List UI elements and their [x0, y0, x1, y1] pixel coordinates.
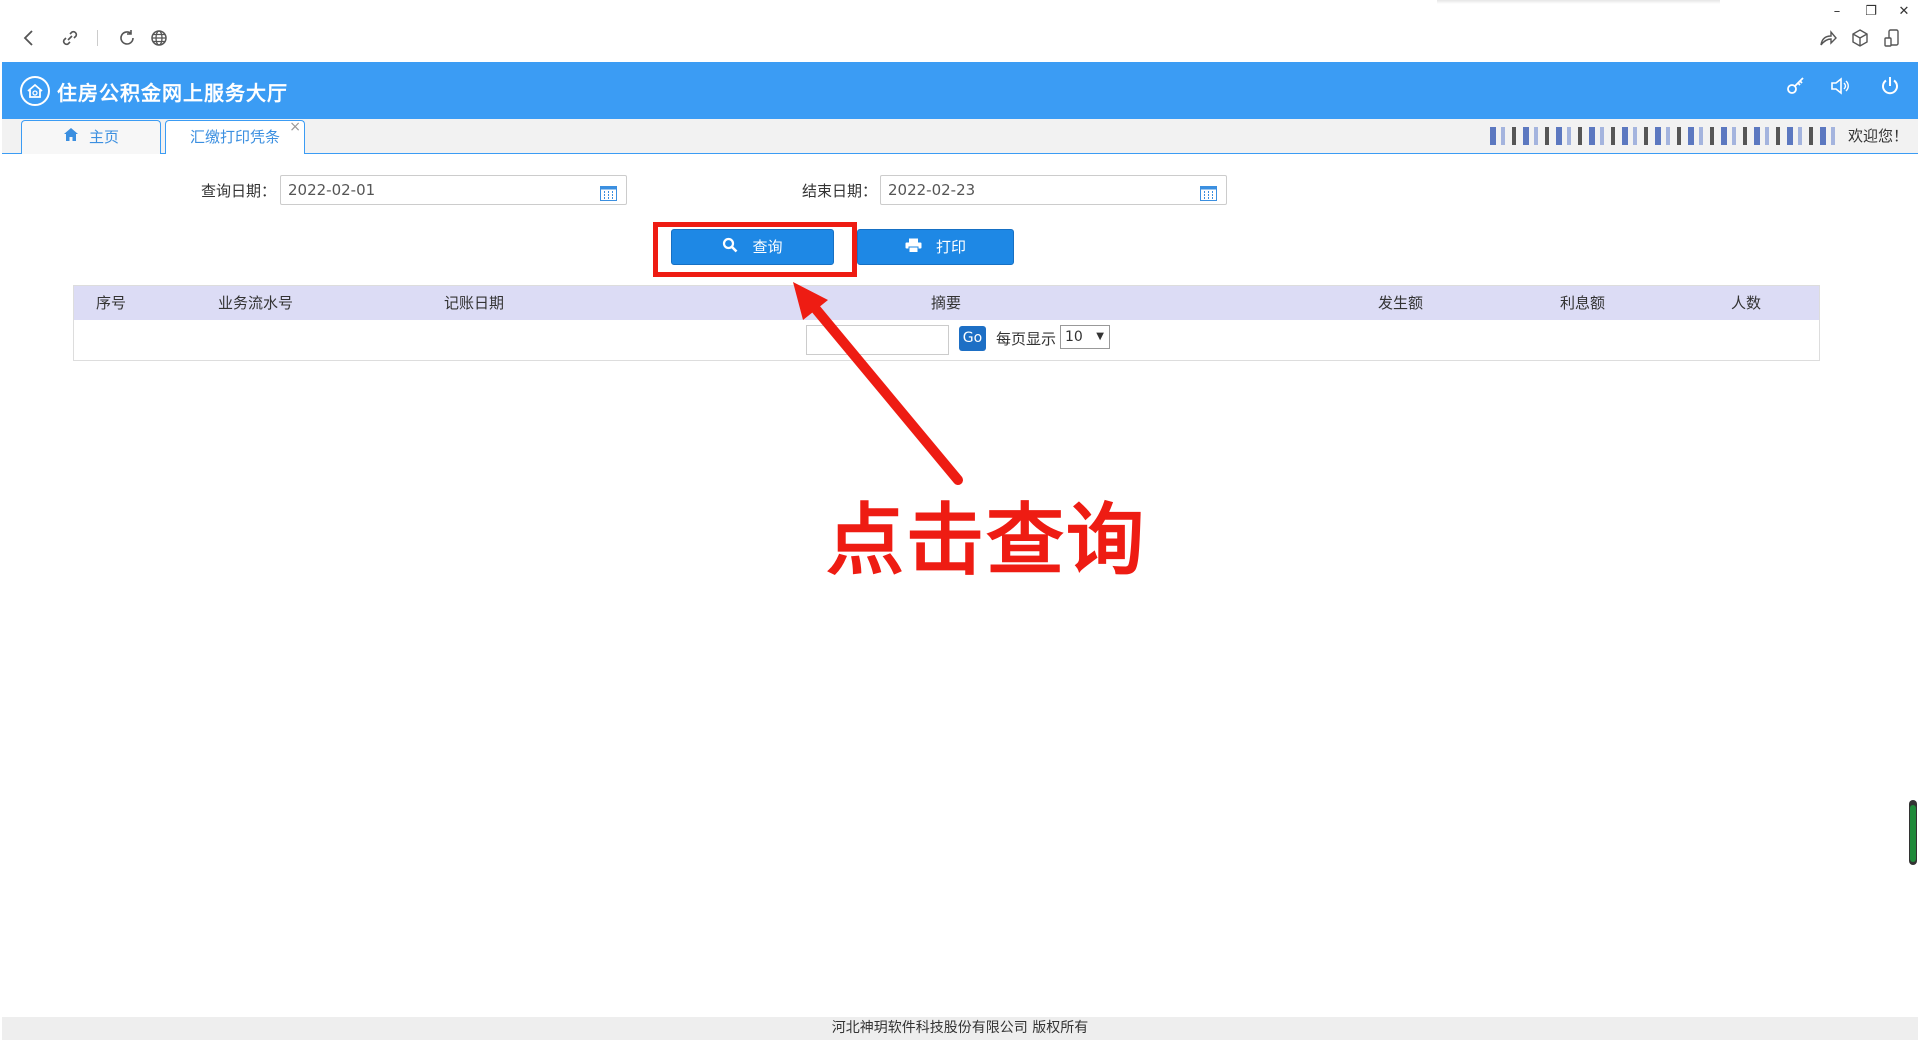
restore-button[interactable]: ❐ — [1860, 2, 1882, 22]
address-bar-shadow — [1437, 0, 1720, 4]
print-button-label: 打印 — [935, 238, 966, 256]
column-header: 序号 — [96, 294, 127, 312]
toolbar-separator — [97, 30, 98, 46]
mobile-icon[interactable] — [1880, 26, 1904, 50]
tab-home-label: 主页 — [88, 128, 119, 146]
per-page-value: 10 — [1065, 329, 1083, 345]
redacted-username — [1490, 127, 1842, 145]
start-date-label: 查询日期： — [201, 182, 277, 200]
browser-toolbar: – ❐ ✕ — [0, 0, 1920, 62]
column-header: 利息额 — [1560, 294, 1606, 312]
close-window-button[interactable]: ✕ — [1893, 2, 1915, 22]
tab-print-receipt-label: 汇缴打印凭条 — [189, 128, 280, 146]
welcome-text: 欢迎您！ — [1847, 127, 1908, 145]
cube-icon[interactable] — [1848, 26, 1872, 50]
tab-bar: 主页 汇缴打印凭条 × 欢迎您！ — [2, 119, 1918, 154]
calendar-icon[interactable] — [600, 182, 617, 201]
column-header: 记账日期 — [444, 294, 505, 312]
footer-copyright: 河北神玥软件科技股份有限公司 版权所有 — [2, 1017, 1918, 1040]
scrollbar-thumb[interactable] — [1910, 805, 1916, 862]
speaker-icon[interactable] — [1825, 74, 1855, 104]
share-icon[interactable] — [1816, 26, 1840, 50]
minimize-button[interactable]: – — [1826, 2, 1848, 22]
printer-icon — [905, 231, 922, 265]
column-header: 业务流水号 — [218, 294, 294, 312]
column-header: 发生额 — [1378, 294, 1424, 312]
back-icon[interactable] — [17, 26, 41, 50]
link-icon[interactable] — [58, 26, 82, 50]
print-button[interactable]: 打印 — [857, 229, 1014, 265]
end-date-value: 2022-02-23 — [888, 181, 976, 199]
start-date-value: 2022-02-01 — [288, 181, 376, 199]
end-date-field[interactable]: 2022-02-23 — [880, 175, 1227, 205]
app-title: 住房公积金网上服务大厅 — [57, 81, 288, 105]
dropdown-arrow-icon: ▼ — [1096, 331, 1104, 342]
logo-icon — [20, 76, 50, 106]
key-icon[interactable] — [1781, 74, 1811, 104]
annotation-text: 点击查询 — [826, 496, 1147, 586]
home-icon — [63, 121, 79, 154]
calendar-icon[interactable] — [1200, 182, 1217, 201]
tab-close-icon[interactable]: × — [289, 111, 301, 144]
end-date-label: 结束日期： — [802, 182, 878, 200]
per-page-label: 每页显示 — [996, 330, 1057, 348]
reload-icon[interactable] — [115, 26, 139, 50]
power-icon[interactable] — [1875, 74, 1905, 104]
globe-icon[interactable] — [147, 26, 171, 50]
start-date-field[interactable]: 2022-02-01 — [280, 175, 627, 205]
tab-home[interactable]: 主页 — [21, 120, 161, 154]
column-header: 人数 — [1731, 294, 1762, 312]
per-page-select[interactable]: 10 ▼ — [1060, 325, 1110, 349]
annotation-highlight-box — [653, 222, 857, 277]
annotation-arrow — [793, 282, 963, 485]
tab-print-receipt[interactable]: 汇缴打印凭条 × — [165, 119, 305, 154]
